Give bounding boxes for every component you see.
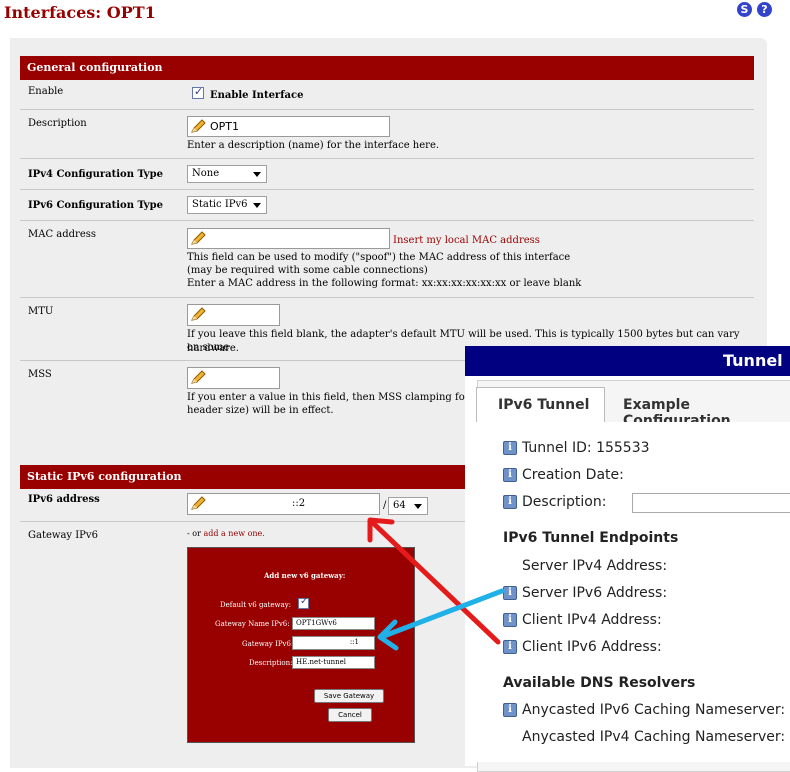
- annotation-arrows: [367, 517, 505, 651]
- red-arrow: [367, 517, 501, 645]
- blue-arrow: [377, 588, 505, 651]
